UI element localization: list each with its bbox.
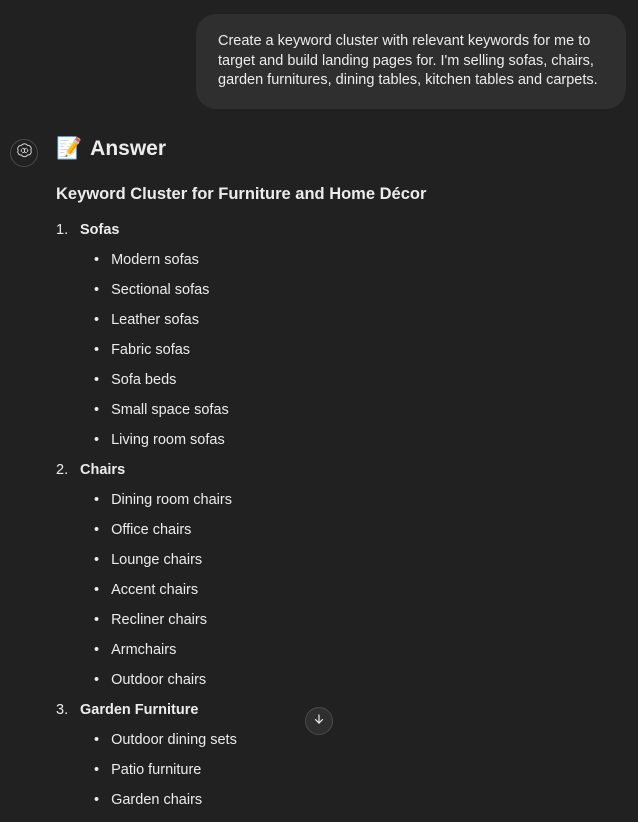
bullet-icon: • — [94, 552, 99, 568]
memo-icon: 📝 — [56, 138, 82, 159]
list-item: • Armchairs — [94, 642, 626, 658]
bullet-icon: • — [94, 762, 99, 778]
list-item: • Fabric sofas — [94, 342, 626, 358]
keyword-text: Armchairs — [111, 642, 176, 658]
list-item: 2. Chairs • Dining room chairs • Office ch… — [56, 462, 626, 688]
category-title: Sofas — [80, 222, 120, 238]
keyword-text: Dining room chairs — [111, 492, 232, 508]
category-header: 3. Garden Furniture — [56, 702, 626, 718]
chat-container: Create a keyword cluster with relevant k… — [0, 0, 638, 755]
bullet-icon: • — [94, 642, 99, 658]
keyword-text: Modern sofas — [111, 252, 199, 268]
category-title: Chairs — [80, 462, 125, 478]
keyword-text: Accent chairs — [111, 582, 198, 598]
list-item: • Modern sofas — [94, 252, 626, 268]
category-title: Garden Furniture — [80, 702, 198, 718]
bullet-icon: • — [94, 732, 99, 748]
keyword-text: Office chairs — [111, 522, 191, 538]
list-item: • Office chairs — [94, 522, 626, 538]
keyword-text: Leather sofas — [111, 312, 199, 328]
bullet-icon: • — [94, 372, 99, 388]
bullet-icon: • — [94, 282, 99, 298]
bullet-icon: • — [94, 582, 99, 598]
keyword-text: Recliner chairs — [111, 612, 207, 628]
list-item: • Sofa beds — [94, 372, 626, 388]
user-message-row: Create a keyword cluster with relevant k… — [0, 0, 638, 109]
bullet-icon: • — [94, 432, 99, 448]
keyword-list: • Modern sofas • Sectional sofas • Leather … — [56, 252, 626, 448]
keyword-list: • Dining room chairs • Office chairs • Loun… — [56, 492, 626, 688]
list-number: 1. — [56, 222, 70, 238]
bullet-icon: • — [94, 402, 99, 418]
answer-heading-text: Answer — [90, 137, 166, 161]
list-item: • Leather sofas — [94, 312, 626, 328]
list-item: • Sectional sofas — [94, 282, 626, 298]
keyword-text: Small space sofas — [111, 402, 229, 418]
keyword-text: Sectional sofas — [111, 282, 209, 298]
keyword-list: • Outdoor dining sets • Patio furniture • G… — [56, 732, 626, 808]
category-header: 2. Chairs — [56, 462, 626, 478]
keyword-text: Fabric sofas — [111, 342, 190, 358]
user-message-bubble: Create a keyword cluster with relevant k… — [196, 14, 626, 109]
list-item: • Garden chairs — [94, 792, 626, 808]
list-item: • Dining room chairs — [94, 492, 626, 508]
answer-heading: 📝 Answer — [56, 137, 626, 161]
keyword-text: Lounge chairs — [111, 552, 202, 568]
assistant-avatar — [10, 139, 38, 167]
bullet-icon: • — [94, 312, 99, 328]
bullet-icon: • — [94, 492, 99, 508]
list-item: • Small space sofas — [94, 402, 626, 418]
cluster-subheading: Keyword Cluster for Furniture and Home D… — [56, 185, 626, 204]
list-number: 3. — [56, 702, 70, 718]
list-item: 1. Sofas • Modern sofas • Sectional sofas … — [56, 222, 626, 448]
arrow-down-icon — [312, 712, 326, 731]
bullet-icon: • — [94, 252, 99, 268]
list-item: • Outdoor chairs — [94, 672, 626, 688]
keyword-text: Living room sofas — [111, 432, 225, 448]
list-item: • Outdoor dining sets — [94, 732, 626, 748]
keyword-text: Garden chairs — [111, 792, 202, 808]
openai-logo-icon — [16, 142, 33, 164]
category-header: 1. Sofas — [56, 222, 626, 238]
list-item: • Living room sofas — [94, 432, 626, 448]
category-list: 1. Sofas • Modern sofas • Sectional sofas … — [56, 222, 626, 808]
list-item: • Patio furniture — [94, 762, 626, 778]
bullet-icon: • — [94, 342, 99, 358]
list-number: 2. — [56, 462, 70, 478]
list-item: • Recliner chairs — [94, 612, 626, 628]
assistant-content: 📝 Answer Keyword Cluster for Furniture a… — [56, 137, 626, 822]
bullet-icon: • — [94, 792, 99, 808]
keyword-text: Patio furniture — [111, 762, 201, 778]
keyword-text: Sofa beds — [111, 372, 176, 388]
bullet-icon: • — [94, 672, 99, 688]
user-message-text: Create a keyword cluster with relevant k… — [218, 33, 598, 88]
keyword-text: Outdoor chairs — [111, 672, 206, 688]
list-item: • Lounge chairs — [94, 552, 626, 568]
list-item: • Accent chairs — [94, 582, 626, 598]
bullet-icon: • — [94, 522, 99, 538]
scroll-to-bottom-button[interactable] — [305, 707, 333, 735]
bullet-icon: • — [94, 612, 99, 628]
keyword-text: Outdoor dining sets — [111, 732, 237, 748]
